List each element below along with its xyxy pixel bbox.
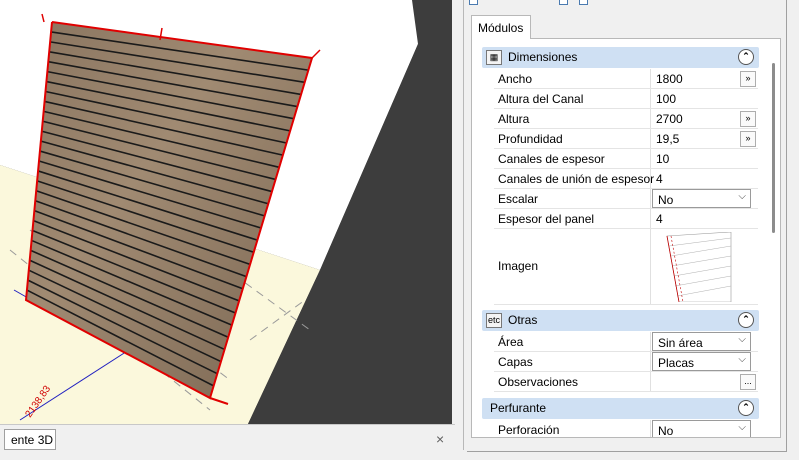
property-row[interactable]: Canales de espesor 10 [494, 149, 758, 169]
property-value[interactable]: No ⌵ [650, 189, 758, 208]
perforacion-dropdown[interactable]: No ⌵ [652, 420, 751, 438]
property-label: Canales de espesor [498, 152, 605, 166]
value-text: 1800 [656, 72, 683, 86]
properties-panel: Módulos ▦ Dimensiones ⌃ Ancho 1800 » Alt… [467, 0, 787, 452]
property-label: Altura del Canal [498, 92, 584, 106]
property-label: Capas [498, 355, 533, 369]
more-button[interactable]: » [740, 71, 756, 87]
property-value[interactable]: Placas ⌵ [650, 352, 758, 371]
property-label: Espesor del panel [498, 212, 595, 226]
property-grid: ▦ Dimensiones ⌃ Ancho 1800 » Altura del … [471, 38, 781, 438]
property-row[interactable]: Altura 2700 » [494, 109, 758, 129]
chevron-down-icon: ⌵ [738, 334, 746, 345]
chevron-down-icon: ⌵ [738, 422, 746, 433]
group-title: Otras [508, 313, 538, 327]
property-value[interactable]: No ⌵ [650, 420, 758, 438]
value-text: 100 [656, 92, 677, 106]
collapse-icon[interactable]: ⌃ [738, 400, 754, 416]
property-row[interactable]: Canales de unión de espesor 4 [494, 169, 758, 189]
tab-modulos[interactable]: Módulos [471, 15, 531, 39]
dropdown-value: No [658, 193, 674, 207]
view-tab-bar: ente 3D × [0, 424, 455, 454]
property-label: Perforación [498, 423, 560, 437]
property-label: Área [498, 335, 524, 349]
property-label: Imagen [498, 259, 539, 273]
tab-3d-view[interactable]: ente 3D [4, 429, 56, 450]
vertical-scrollbar[interactable] [768, 55, 778, 435]
property-value[interactable]: 19,5 » [650, 129, 758, 148]
property-value[interactable]: ... [650, 372, 758, 391]
splitter-line [463, 0, 464, 450]
property-value[interactable]: Sin área ⌵ [650, 332, 758, 351]
property-row[interactable]: Profundidad 19,5 » [494, 129, 758, 149]
3d-scene[interactable]: 2138,83 [0, 0, 452, 424]
checkbox-icon[interactable] [469, 0, 478, 5]
value-text: 4 [656, 212, 663, 226]
value-text: 19,5 [656, 132, 680, 146]
property-row[interactable]: Espesor del panel 4 [494, 209, 758, 229]
more-button[interactable]: » [740, 111, 756, 127]
3d-viewport[interactable]: 2138,83 [0, 0, 452, 424]
property-row[interactable]: Altura del Canal 100 [494, 89, 758, 109]
app-window: 2138,83 ente 3D × Módulos ▦ Dimensiones … [0, 0, 799, 460]
property-value[interactable]: 4 [650, 209, 758, 228]
escalar-dropdown[interactable]: No ⌵ [652, 189, 751, 208]
property-value[interactable]: 4 [650, 169, 758, 188]
property-row[interactable]: Escalar No ⌵ [494, 189, 758, 209]
dropdown-value: Sin área [658, 336, 703, 350]
group-title: Perfurante [490, 401, 547, 415]
area-dropdown[interactable]: Sin área ⌵ [652, 332, 751, 351]
dropdown-value: No [658, 424, 674, 438]
toolbar-strip [467, 0, 787, 8]
close-icon[interactable]: × [436, 431, 444, 447]
more-button[interactable]: » [740, 131, 756, 147]
group-header-dimensiones[interactable]: ▦ Dimensiones ⌃ [482, 47, 759, 68]
property-value[interactable]: 1800 » [650, 69, 758, 88]
collapse-icon[interactable]: ⌃ [738, 49, 754, 65]
scrollbar-thumb[interactable] [772, 63, 775, 233]
property-label: Profundidad [498, 132, 563, 146]
checkbox-icon[interactable] [559, 0, 568, 5]
etc-icon: etc [486, 313, 502, 328]
property-row[interactable]: Observaciones ... [494, 372, 758, 392]
property-row[interactable]: Ancho 1800 » [494, 69, 758, 89]
dropdown-value: Placas [658, 356, 695, 370]
property-value[interactable]: 100 [650, 89, 758, 108]
value-text: 10 [656, 152, 670, 166]
collapse-icon[interactable]: ⌃ [738, 312, 754, 328]
property-row-image[interactable]: Imagen [494, 229, 758, 305]
property-row[interactable]: Perforación No ⌵ [494, 420, 758, 438]
panel-splitter[interactable] [455, 0, 467, 460]
chevron-down-icon: ⌵ [738, 354, 746, 365]
property-label: Observaciones [498, 375, 579, 389]
property-value[interactable]: 10 [650, 149, 758, 168]
property-value[interactable]: 2700 » [650, 109, 758, 128]
property-label: Altura [498, 112, 530, 126]
value-text: 4 [656, 172, 663, 186]
property-row[interactable]: Capas Placas ⌵ [494, 352, 758, 372]
ellipsis-button[interactable]: ... [740, 374, 756, 390]
group-title: Dimensiones [508, 50, 578, 64]
property-label: Escalar [498, 192, 539, 206]
value-text: 2700 [656, 112, 683, 126]
property-row[interactable]: Área Sin área ⌵ [494, 332, 758, 352]
property-label: Ancho [498, 72, 533, 86]
property-value[interactable] [650, 229, 758, 304]
panel-preview-image[interactable] [651, 232, 735, 302]
group-header-perfurante[interactable]: Perfurante ⌃ [482, 398, 759, 419]
checkbox-icon[interactable] [579, 0, 588, 5]
group-header-otras[interactable]: etc Otras ⌃ [482, 310, 759, 331]
chevron-down-icon: ⌵ [738, 191, 746, 202]
capas-dropdown[interactable]: Placas ⌵ [652, 352, 751, 371]
property-label: Canales de unión de espesor [498, 172, 655, 186]
table-icon: ▦ [486, 50, 502, 65]
